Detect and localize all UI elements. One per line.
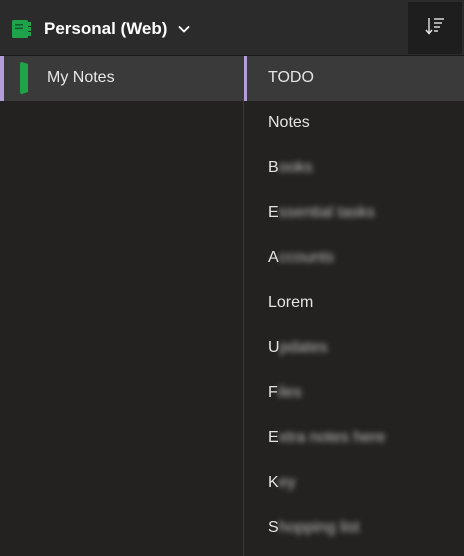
page-item[interactable]: Books [244, 146, 464, 191]
pages-pane: TODO Notes Books Essential tasks Account… [243, 56, 464, 556]
sections-pane: My Notes [0, 56, 243, 556]
chevron-down-icon [177, 22, 191, 36]
redacted-text: xtra notes here [278, 429, 386, 446]
redacted-text: hopping list [278, 519, 360, 536]
page-item[interactable]: Essential tasks [244, 191, 464, 236]
page-item[interactable]: Key [244, 461, 464, 506]
page-item[interactable]: Accounts [244, 236, 464, 281]
redacted-text: ey [278, 474, 296, 491]
page-item[interactable]: Files [244, 371, 464, 416]
page-item-lorem[interactable]: Lorem [244, 281, 464, 326]
page-title: Extra notes here [268, 429, 386, 446]
redacted-text: iles [277, 384, 302, 401]
page-title: Books [268, 159, 313, 176]
notebook-title: Personal (Web) [44, 19, 168, 38]
section-label: My Notes [47, 69, 115, 86]
page-title: Key [268, 474, 296, 491]
redacted-text: pdates [279, 339, 328, 356]
page-title: Notes [268, 114, 310, 131]
redacted-text: ssential tasks [278, 204, 375, 221]
section-item-my-notes[interactable]: My Notes [0, 56, 243, 101]
page-item[interactable]: Extra notes here [244, 416, 464, 461]
page-item-todo[interactable]: TODO [244, 56, 464, 101]
sort-button[interactable] [408, 2, 462, 54]
header-bar: Personal (Web) [0, 0, 464, 56]
page-item-notes[interactable]: Notes [244, 101, 464, 146]
page-title: Essential tasks [268, 204, 375, 221]
selection-indicator [244, 56, 247, 101]
page-item[interactable]: Shopping list [244, 506, 464, 551]
page-item[interactable]: Updates [244, 326, 464, 371]
notebook-switcher[interactable]: Personal (Web) [10, 14, 191, 44]
page-title: Lorem [268, 294, 314, 311]
page-title: TODO [268, 69, 314, 86]
redacted-text: ccounts [278, 249, 334, 266]
selection-indicator [0, 56, 4, 101]
notebook-icon [10, 18, 32, 40]
section-tab-icon [19, 61, 29, 95]
sort-icon [424, 15, 446, 42]
redacted-text: ooks [278, 159, 313, 176]
page-title: Files [268, 384, 302, 401]
page-title: Updates [268, 339, 328, 356]
page-title: Shopping list [268, 519, 360, 536]
onenote-app: Personal (Web) My Notes TODO Notes Books… [0, 0, 464, 556]
page-title: Accounts [268, 249, 334, 266]
